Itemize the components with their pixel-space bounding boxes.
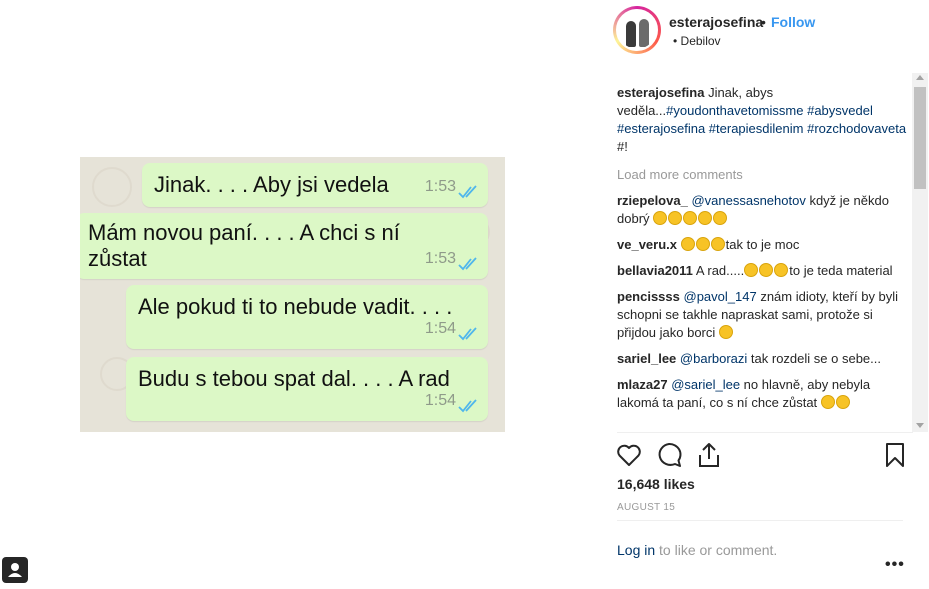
heart-icon[interactable] (615, 441, 643, 469)
emoji-icon (774, 263, 789, 277)
double-check-icon (458, 399, 477, 413)
post-photo[interactable]: Jinak. . . . Aby jsi vedela 1:53 Mám nov… (80, 157, 505, 432)
load-more-comments-button[interactable]: Load more comments (617, 166, 907, 184)
separator-dot: • (761, 14, 766, 30)
chat-message-time: 1:53 (424, 250, 456, 267)
hashtag-link[interactable]: #terapiesdilenim (709, 121, 804, 136)
chat-message-time: 1:54 (424, 392, 456, 409)
caption: esterajosefina Jinak, abys veděla...#you… (617, 84, 907, 156)
chat-bubble: Jinak. . . . Aby jsi vedela 1:53 (142, 163, 488, 207)
media-panel: Jinak. . . . Aby jsi vedela 1:53 Mám nov… (0, 0, 599, 589)
chat-message-text: Ale pokud ti to nebude vadit. . . . (138, 294, 453, 319)
comment: bellavia2011 A rad..... to je teda materi… (617, 262, 907, 280)
avatar-image (616, 9, 658, 51)
emoji-icon (668, 211, 683, 225)
emoji-icon (680, 237, 695, 251)
comment-username[interactable]: ve_veru.x (617, 237, 677, 252)
scroll-thumb[interactable] (914, 87, 926, 189)
comment: pencissss @pavol_147 znám idioty, kteří … (617, 288, 907, 342)
comment: sariel_lee @barborazi tak rozdeli se o s… (617, 350, 907, 368)
follow-button[interactable]: Follow (771, 14, 815, 30)
avatar[interactable] (613, 6, 661, 54)
divider (617, 432, 913, 433)
post-header: esterajosefina • Follow • Debilov (599, 0, 929, 72)
post-date: AUGUST 15 (617, 502, 676, 513)
emoji-icon (653, 211, 668, 225)
double-check-icon (458, 185, 477, 199)
hashtag-link[interactable]: #esterajosefina (617, 121, 705, 136)
chat-message-text: Mám novou paní. . . . A chci s ní (88, 220, 400, 245)
hashtag-link[interactable]: #rozchodovaveta (807, 121, 906, 136)
comment-username[interactable]: rziepelova_ (617, 193, 688, 208)
chat-bubble: Ale pokud ti to nebude vadit. . . . 1:54 (126, 285, 488, 349)
login-prompt: Log in to like or comment. (617, 542, 777, 558)
login-link[interactable]: Log in (617, 542, 655, 558)
mention-link[interactable]: @sariel_lee (671, 377, 740, 392)
divider (617, 520, 903, 521)
emoji-icon (759, 263, 774, 277)
share-icon[interactable] (695, 441, 723, 469)
profile-icon[interactable] (2, 557, 28, 583)
username-link[interactable]: esterajosefina (669, 14, 763, 30)
emoji-icon (698, 211, 713, 225)
comment: ve_veru.x tak to je moc (617, 236, 907, 254)
scroll-down-arrow-icon[interactable] (916, 423, 924, 428)
post-sidebar: esterajosefina • Follow • Debilov estera… (599, 0, 929, 589)
hashtag-link[interactable]: #abysvedel (807, 103, 873, 118)
more-options-icon[interactable]: ••• (885, 556, 905, 574)
emoji-icon (683, 211, 698, 225)
caption-username[interactable]: esterajosefina (617, 85, 704, 100)
comment-icon[interactable] (655, 441, 683, 469)
comment-text: tak to je moc (725, 237, 800, 252)
double-check-icon (458, 327, 477, 341)
chat-message-text: zůstat (88, 246, 147, 271)
comment: mlaza27 @sariel_lee no hlavně, aby nebyl… (617, 376, 907, 412)
mention-link[interactable]: @vanessasnehotov (691, 193, 805, 208)
bookmark-icon[interactable] (881, 441, 909, 469)
emoji-icon (744, 263, 759, 277)
location-link[interactable]: • Debilov (673, 34, 721, 48)
emoji-icon (718, 325, 733, 339)
background-doodle (92, 167, 132, 207)
comments-scrollbar[interactable] (912, 73, 928, 432)
caption-tail: #! (617, 139, 628, 154)
login-prompt-text: to like or comment. (655, 542, 778, 558)
chat-message-time: 1:54 (424, 320, 456, 337)
comments-list: esterajosefina Jinak, abys veděla...#you… (617, 84, 907, 432)
chat-message-text: Budu s tebou spat dal. . . . A rad (138, 366, 450, 391)
comment-text: tak rozdeli se o sebe... (747, 351, 881, 366)
chat-bubble: Budu s tebou spat dal. . . . A rad 1:54 (126, 357, 488, 421)
scroll-up-arrow-icon[interactable] (916, 75, 924, 80)
hashtag-link[interactable]: #youdonthavetomissme (666, 103, 803, 118)
comment-username[interactable]: sariel_lee (617, 351, 676, 366)
comment-username[interactable]: bellavia2011 (617, 263, 693, 278)
mention-link[interactable]: @pavol_147 (684, 289, 757, 304)
chat-bubble: Mám novou paní. . . . A chci s ní zůstat… (80, 213, 488, 279)
comment-text: to je teda material (789, 263, 893, 278)
emoji-icon (835, 395, 850, 409)
chat-message-time: 1:53 (424, 178, 456, 195)
comment-text: A rad..... (695, 263, 745, 278)
emoji-icon (820, 395, 835, 409)
emoji-icon (713, 211, 728, 225)
double-check-icon (458, 257, 477, 271)
likes-count[interactable]: 16,648 likes (617, 476, 695, 492)
mention-link[interactable]: @barborazi (680, 351, 747, 366)
comment-username[interactable]: pencissss (617, 289, 680, 304)
chat-message-text: Jinak. . . . Aby jsi vedela (154, 172, 389, 197)
emoji-icon (710, 237, 725, 251)
comment: rziepelova_ @vanessasnehotov když je něk… (617, 192, 907, 228)
comment-username[interactable]: mlaza27 (617, 377, 668, 392)
emoji-icon (695, 237, 710, 251)
